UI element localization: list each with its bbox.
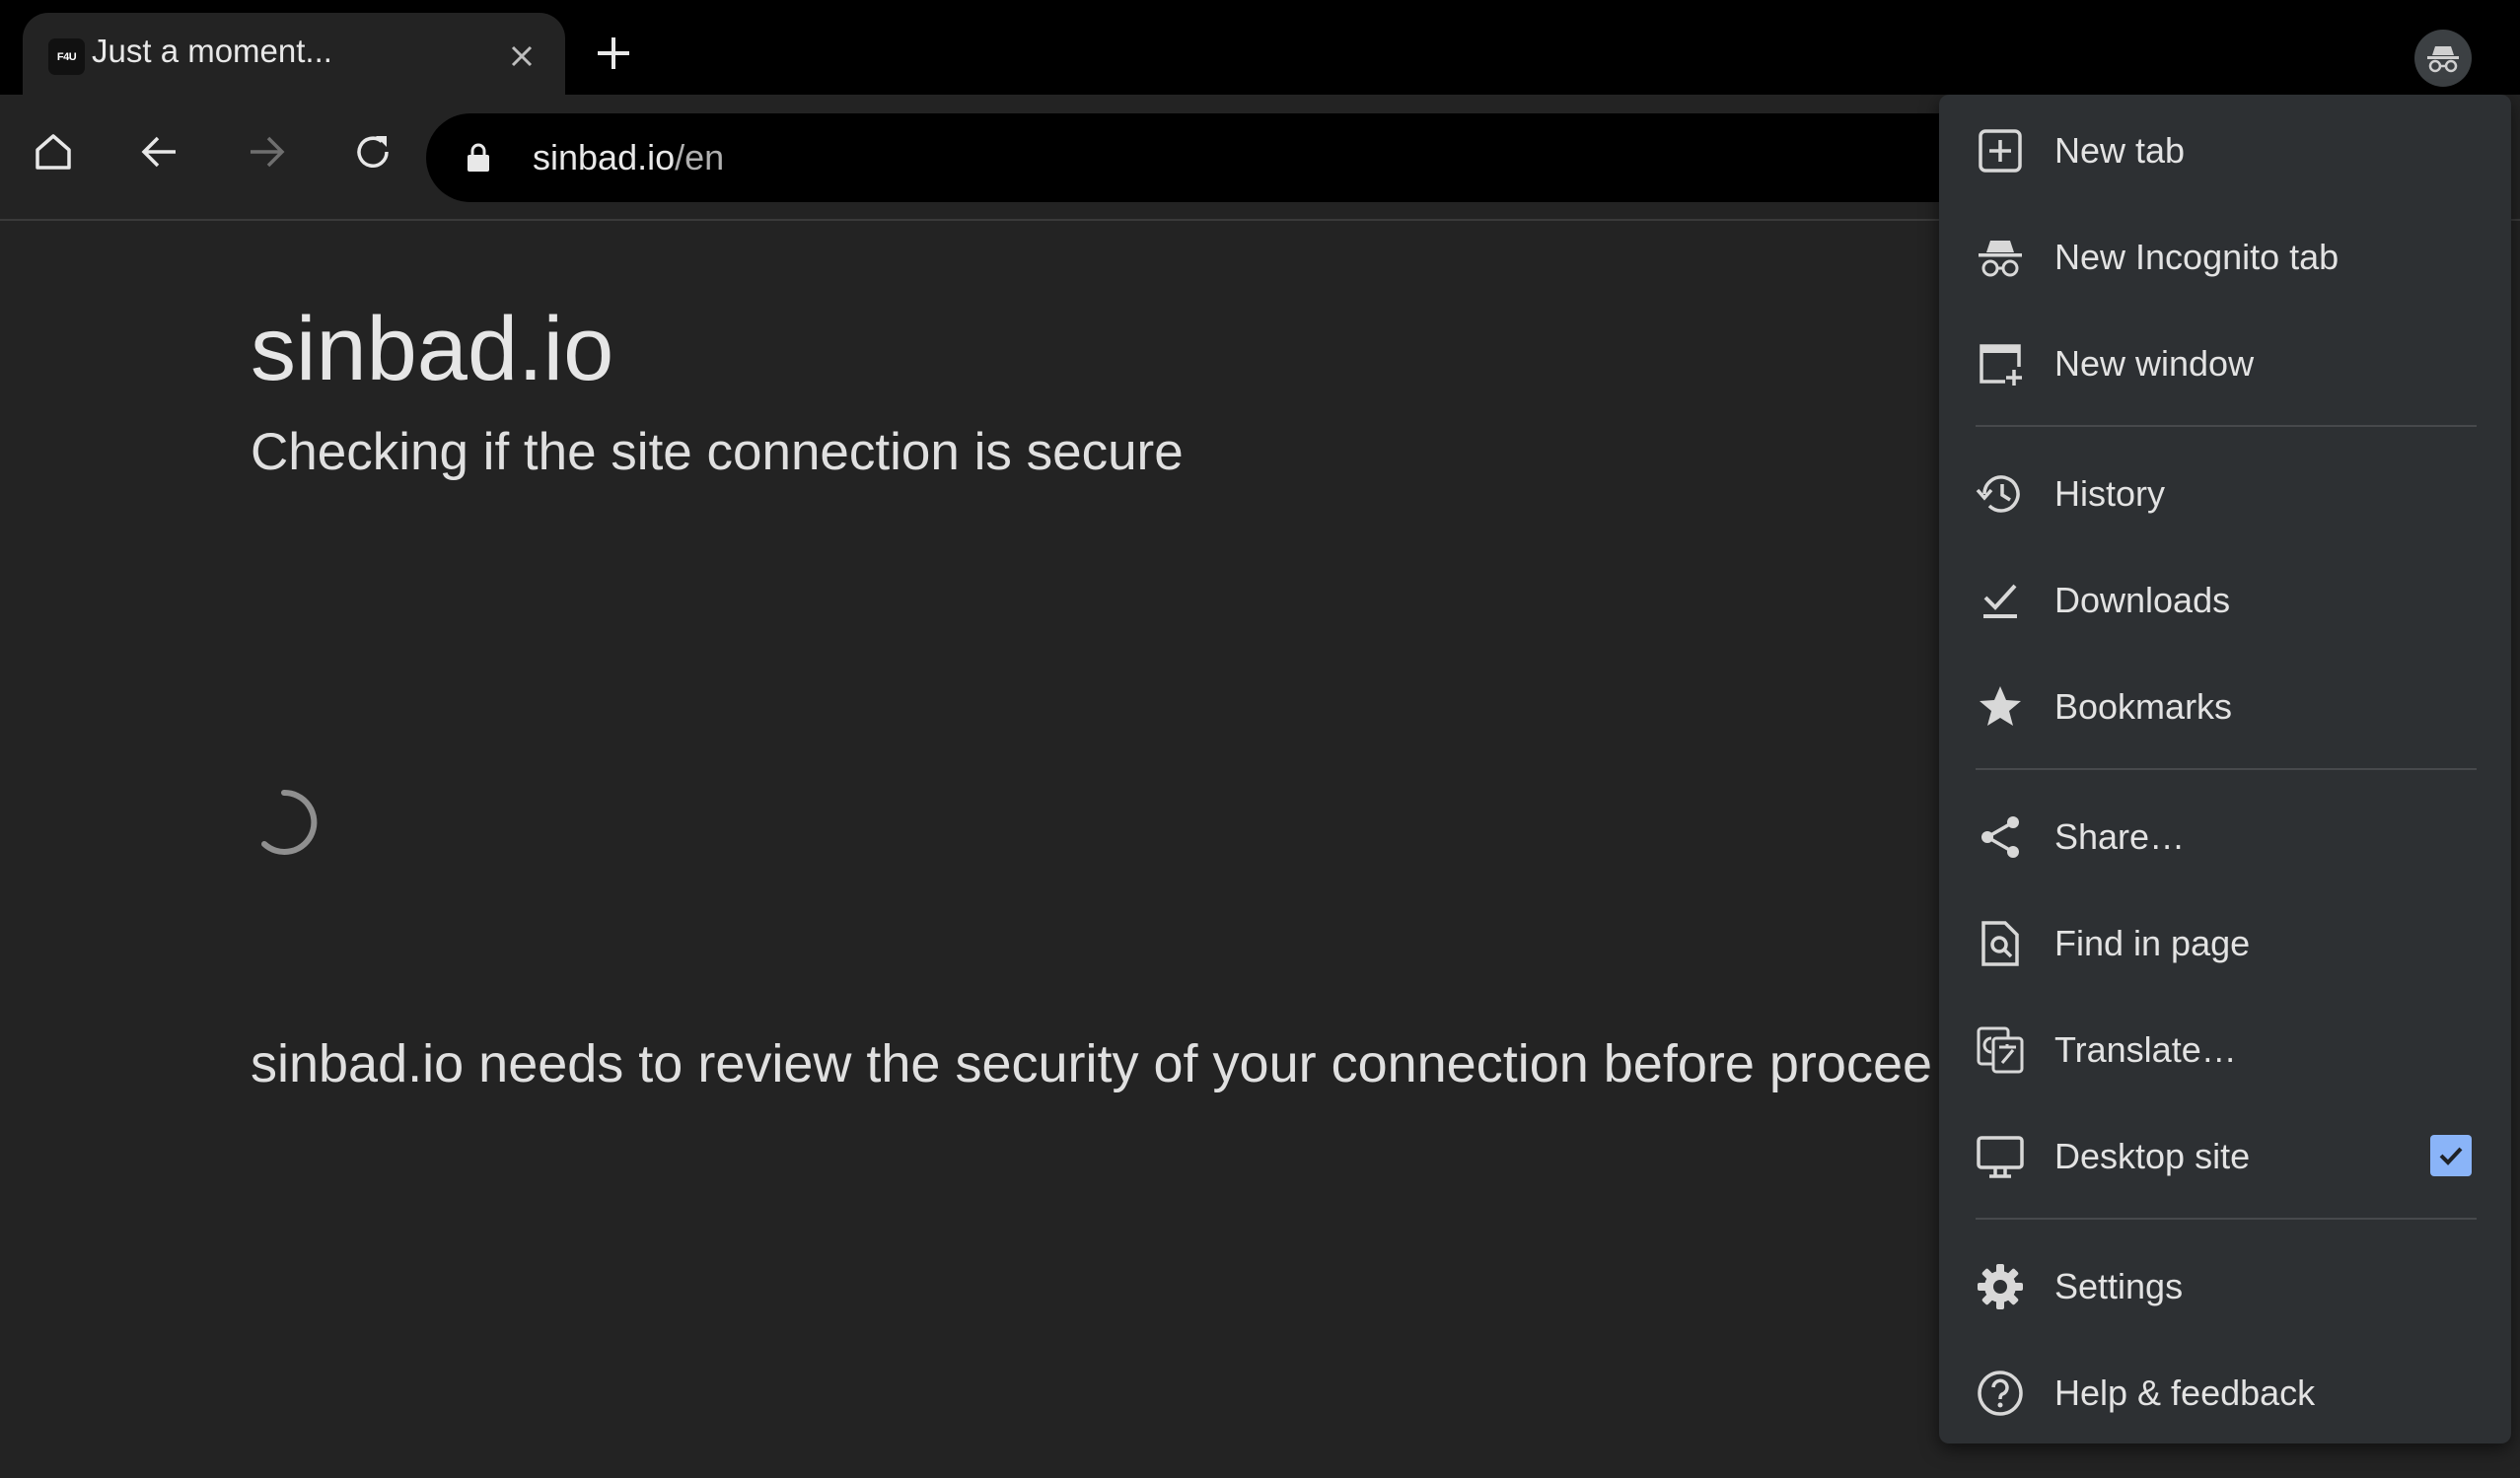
find-in-page-icon	[1981, 921, 2019, 966]
tab-active[interactable]: F4U Just a moment...	[23, 13, 565, 97]
forward-button[interactable]	[239, 124, 294, 179]
star-icon	[1980, 686, 2021, 726]
menu-item-label: Find in page	[2054, 923, 2251, 963]
incognito-indicator[interactable]	[2414, 30, 2472, 87]
plus-icon	[598, 37, 629, 69]
page-title: sinbad.io	[251, 299, 614, 399]
plus-box-icon	[1979, 129, 2022, 173]
new-window-icon	[1980, 344, 2022, 386]
tab-title: Just a moment...	[92, 33, 332, 69]
review-message: sinbad.io needs to review the security o…	[251, 1034, 1933, 1093]
reload-button[interactable]	[345, 124, 400, 179]
menu-item-label: New tab	[2054, 130, 2186, 171]
menu-item-bookmarks[interactable]: Bookmarks	[1939, 658, 2511, 752]
menu-item-help-feedback[interactable]: Help & feedback	[1939, 1344, 2511, 1439]
menu-item-desktop-site[interactable]: Desktop site	[1939, 1107, 2511, 1202]
translate-icon	[1977, 1026, 2024, 1074]
back-button[interactable]	[132, 124, 187, 179]
menu-item-label: New window	[2054, 343, 2255, 384]
home-button[interactable]	[26, 124, 81, 179]
download-check-icon	[1983, 584, 2017, 618]
url-text: sinbad.io/en	[533, 137, 724, 178]
menu-item-downloads[interactable]: Downloads	[1939, 551, 2511, 646]
incognito-icon	[2427, 46, 2459, 73]
menu-item-share[interactable]: Share…	[1939, 788, 2511, 882]
url-path: /en	[675, 137, 725, 177]
history-icon	[1976, 475, 2020, 513]
check-icon	[2439, 1147, 2463, 1165]
incognito-icon	[1979, 241, 2022, 277]
arrow-left-icon	[141, 136, 176, 168]
menu-item-label: Downloads	[2054, 580, 2231, 620]
menu-divider	[1976, 768, 2477, 770]
desktop-site-checkbox[interactable]	[2430, 1135, 2472, 1176]
loading-spinner-icon	[261, 789, 318, 855]
menu-item-new-incognito-tab[interactable]: New Incognito tab	[1939, 208, 2511, 303]
favicon: F4U	[48, 38, 85, 75]
menu-item-label: Help & feedback	[2054, 1372, 2316, 1413]
menu-item-translate[interactable]: Translate…	[1939, 1001, 2511, 1095]
menu-item-label: New Incognito tab	[2054, 237, 2340, 277]
menu-item-new-window[interactable]: New window	[1939, 315, 2511, 409]
menu-item-settings[interactable]: Settings	[1939, 1237, 2511, 1332]
menu-item-new-tab[interactable]: New tab	[1939, 102, 2511, 196]
tab-strip: F4U Just a moment...	[0, 0, 2520, 97]
close-icon	[511, 45, 533, 67]
menu-item-label: Translate…	[2054, 1029, 2237, 1070]
menu-item-label: History	[2054, 473, 2166, 514]
menu-item-find-in-page[interactable]: Find in page	[1939, 894, 2511, 989]
menu-item-label: Share…	[2054, 816, 2186, 857]
lock-icon	[468, 143, 489, 172]
checking-message: Checking if the site connection is secur…	[251, 423, 1184, 481]
new-tab-button[interactable]	[590, 30, 637, 77]
arrow-right-icon	[251, 136, 285, 168]
chrome-menu: New tab New Incognito tab New window His…	[1939, 95, 2511, 1443]
url-host: sinbad.io	[533, 137, 676, 177]
menu-divider	[1976, 425, 2477, 427]
home-icon	[36, 134, 71, 170]
menu-item-label: Desktop site	[2054, 1136, 2251, 1176]
reload-icon	[357, 136, 389, 168]
menu-item-label: Settings	[2054, 1266, 2184, 1306]
gear-icon	[1978, 1264, 2023, 1309]
menu-divider	[1976, 1218, 2477, 1220]
share-icon	[1981, 816, 2019, 858]
monitor-icon	[1977, 1136, 2024, 1178]
menu-item-label: Bookmarks	[2054, 686, 2233, 727]
tab-close-button[interactable]	[502, 36, 541, 76]
menu-item-history[interactable]: History	[1939, 445, 2511, 539]
help-icon	[1978, 1371, 2023, 1416]
